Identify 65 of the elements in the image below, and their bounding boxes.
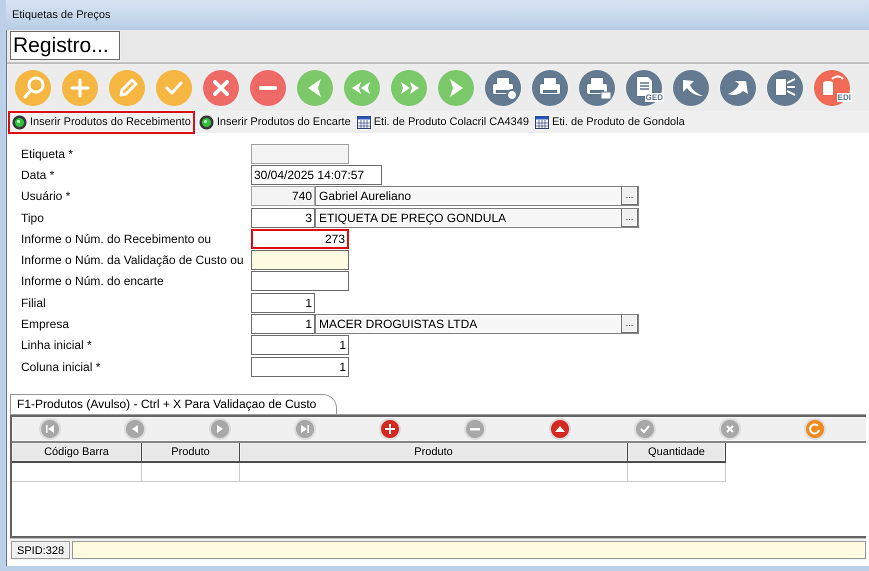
column-header[interactable]: Quantidade bbox=[628, 443, 726, 463]
undo-button[interactable] bbox=[673, 70, 709, 106]
input-field[interactable]: 3 bbox=[251, 208, 315, 228]
field-value: ETIQUETA DE PREÇO GONDULA bbox=[319, 210, 506, 227]
field-label: Informe o Núm. da Validação de Custo ou bbox=[21, 252, 245, 270]
database-button[interactable]: EDI bbox=[814, 70, 850, 106]
input-field[interactable]: 30/04/2025 14:07:57 bbox=[251, 164, 382, 185]
print-email-button[interactable] bbox=[579, 70, 615, 106]
check-button[interactable] bbox=[156, 70, 192, 106]
input-field[interactable]: 1 bbox=[251, 356, 349, 377]
action-link[interactable]: Inserir Produtos do Recebimento bbox=[10, 112, 193, 132]
input-field[interactable]: 1 bbox=[251, 292, 315, 313]
print-preview-button[interactable] bbox=[485, 70, 521, 106]
refresh-button[interactable] bbox=[804, 418, 826, 440]
field-label: Filial bbox=[21, 294, 47, 312]
field-value: MACER DROGUISTAS LTDA bbox=[319, 316, 478, 334]
status-text: SPID:328 bbox=[11, 540, 70, 558]
action-link[interactable]: Eti. de Produto de Gondola bbox=[533, 112, 687, 132]
field-label: Linha inicial * bbox=[21, 337, 93, 354]
field-label: Data * bbox=[21, 166, 56, 184]
minus-icon bbox=[469, 426, 481, 432]
field-label: Empresa bbox=[21, 316, 70, 334]
pencil-button[interactable] bbox=[109, 70, 145, 106]
column-header[interactable]: Produto bbox=[240, 443, 628, 463]
minus-button[interactable] bbox=[250, 70, 286, 106]
table-icon bbox=[535, 116, 550, 128]
fast-forward-button[interactable] bbox=[391, 70, 427, 106]
action-link[interactable]: Inserir Produtos do Encarte bbox=[196, 112, 353, 132]
status-light-icon bbox=[12, 114, 27, 130]
column-header[interactable]: Produto bbox=[142, 443, 240, 463]
add-button[interactable] bbox=[379, 418, 401, 440]
field-label: Informe o Núm. do Recebimento ou bbox=[21, 230, 212, 248]
field-label: Etiqueta * bbox=[21, 146, 74, 163]
column-header[interactable]: Código Barra bbox=[12, 443, 142, 463]
input-field[interactable] bbox=[251, 250, 349, 270]
print-button[interactable] bbox=[532, 70, 568, 106]
play-button[interactable] bbox=[438, 70, 474, 106]
action-link[interactable]: Eti. de Produto Colacril CA4349 bbox=[354, 112, 532, 132]
lookup-button[interactable]: ... bbox=[621, 187, 638, 206]
grid-tab[interactable]: F1-Produtos (Avulso) - Ctrl + X Para Validaçao de Custo bbox=[10, 394, 338, 414]
input-field[interactable] bbox=[251, 271, 349, 292]
input-field[interactable]: 1 bbox=[251, 335, 349, 356]
up-button[interactable] bbox=[549, 418, 571, 440]
rewind-button[interactable] bbox=[344, 70, 380, 106]
status-light-icon bbox=[198, 114, 214, 130]
field-label: Informe o Núm. do encarte bbox=[21, 273, 165, 290]
lookup-button[interactable]: ... bbox=[621, 315, 638, 334]
triangle-up-icon bbox=[554, 425, 566, 433]
window-title: Etiquetas de Preços bbox=[12, 8, 110, 23]
redo-button[interactable] bbox=[720, 70, 756, 106]
header-title: Registro... bbox=[10, 31, 120, 60]
field-label: Tipo bbox=[21, 210, 45, 227]
field-label: Usuário * bbox=[21, 188, 72, 206]
lookup-button[interactable]: ... bbox=[621, 208, 638, 227]
search-button[interactable] bbox=[15, 70, 51, 106]
input-field[interactable]: 1 bbox=[251, 314, 315, 334]
field-label: Coluna inicial * bbox=[21, 358, 102, 376]
minus-icon bbox=[259, 84, 277, 92]
field-value: Gabriel Aureliano bbox=[319, 188, 412, 206]
cancel-button[interactable] bbox=[203, 70, 239, 106]
export-button[interactable] bbox=[767, 70, 803, 106]
input-field[interactable]: 273 bbox=[251, 228, 349, 249]
previous-button[interactable] bbox=[297, 70, 333, 106]
document-button[interactable]: GED bbox=[626, 70, 662, 106]
table-icon bbox=[356, 116, 371, 128]
